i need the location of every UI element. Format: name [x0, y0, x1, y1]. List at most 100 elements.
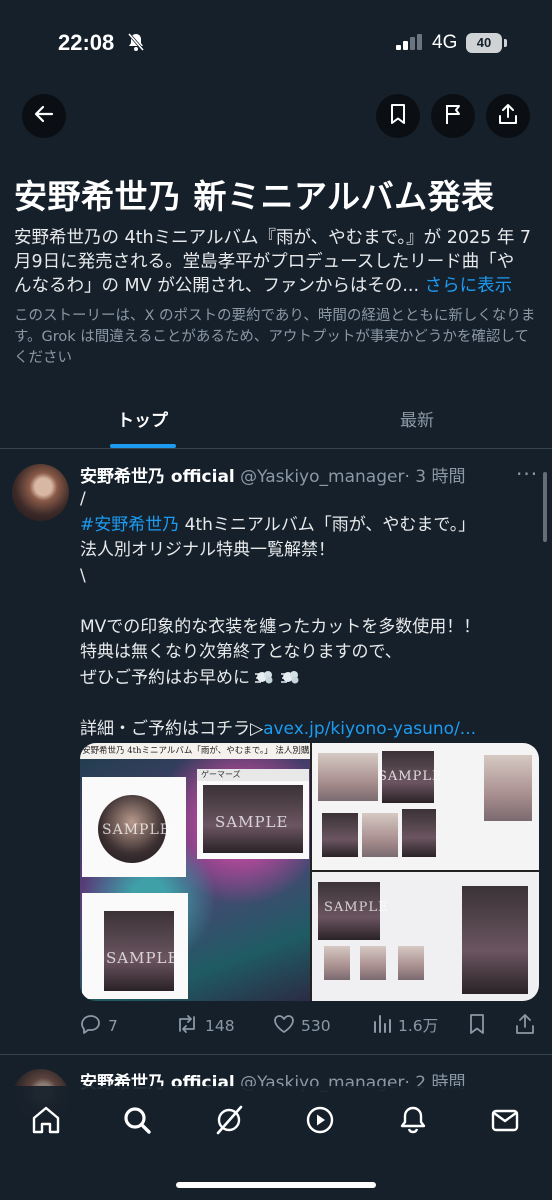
- post-line: 法人別オリジナル特典一覧解禁！: [80, 540, 335, 560]
- card-photo: [484, 755, 532, 821]
- post-line-text: 詳細・ご予約はコチラ▷: [80, 718, 264, 739]
- like-button[interactable]: 530: [273, 1013, 331, 1039]
- summary-line: 安野希世乃の 4thミニアルバム『雨が、やむまで。』が 2025 年 7: [14, 228, 532, 248]
- bookmark-button[interactable]: [376, 94, 420, 138]
- status-bar: 22:08 4G 40: [0, 0, 552, 92]
- home-icon: [30, 1104, 62, 1140]
- battery-level: 40: [466, 33, 502, 53]
- flag-icon: [443, 103, 463, 129]
- tab-bar: トップ 最新: [0, 392, 552, 449]
- reply-icon: [80, 1013, 102, 1039]
- post-line: MVでの印象的な衣装を纏ったカットを多数使用！！: [80, 616, 481, 637]
- status-time: 22:08: [58, 30, 115, 55]
- hashtag-link[interactable]: #安野希世乃: [80, 515, 179, 535]
- media-image-right-bottom[interactable]: SAMPLE: [312, 872, 539, 1001]
- card-photo: [324, 946, 350, 980]
- show-more-link[interactable]: さらに表示: [425, 276, 513, 296]
- repost-button[interactable]: 148: [175, 1013, 235, 1039]
- post-header: 安野希世乃 official @Yaskiyo_manager· 3 時間: [80, 462, 465, 487]
- post-share-button[interactable]: [514, 1013, 536, 1039]
- nav-search[interactable]: [119, 1104, 155, 1140]
- post-line: /: [80, 489, 86, 509]
- nav-video[interactable]: [302, 1104, 338, 1140]
- post-line-text: 4thミニアルバム「雨が、やむまで。」: [179, 514, 476, 535]
- post-author-handle[interactable]: @Yaskiyo_manager: [240, 467, 404, 487]
- share-icon: [497, 103, 519, 129]
- sample-watermark: SAMPLE: [324, 900, 389, 915]
- home-indicator: [176, 1182, 376, 1188]
- media-card: SAMPLE: [82, 893, 188, 999]
- signal-icon: [396, 34, 424, 54]
- bottom-navigation: [0, 1086, 552, 1200]
- bookmark-icon: [468, 1013, 486, 1039]
- story-page: 22:08 4G 40 安野希世乃 新ミニアルバム発表 安野希世乃の 4thミニ…: [0, 0, 552, 1200]
- tab-latest[interactable]: 最新: [400, 406, 434, 431]
- video-play-icon: [304, 1104, 336, 1140]
- view-count: 1.6万: [398, 1017, 439, 1035]
- card-photo: [398, 946, 424, 980]
- card-photo: [318, 753, 378, 801]
- nav-grok[interactable]: [211, 1104, 247, 1140]
- views-chart-icon: [372, 1013, 392, 1037]
- network-type: 4G: [432, 32, 458, 53]
- dash-emoji-icon: [254, 668, 276, 686]
- post-body: / #安野希世乃 4thミニアルバム「雨が、やむまで。」 法人別オリジナル特典一…: [80, 487, 530, 742]
- bookmark-icon: [388, 103, 408, 129]
- media-card: SAMPLE: [82, 777, 186, 877]
- card-photo: [322, 813, 358, 857]
- post-url-link[interactable]: avex.jp/kiyono-yasuno/...: [263, 719, 476, 739]
- grok-disclaimer: このストーリーは、X のポストの要約であり、時間の経過とともに新しくなります。G…: [14, 308, 536, 366]
- media-image-left[interactable]: 安野希世乃 4thミニアルバム「雨が、やむまで。」 法人別購入特典 SAMPLE…: [80, 743, 310, 1001]
- share-icon: [514, 1013, 536, 1039]
- search-icon: [121, 1104, 153, 1140]
- post-time: · 3 時間: [404, 467, 466, 487]
- nav-messages[interactable]: [487, 1104, 523, 1140]
- post-divider: [0, 1054, 552, 1055]
- report-button[interactable]: [431, 94, 475, 138]
- grok-icon: [213, 1104, 245, 1140]
- views-button[interactable]: 1.6万: [372, 1013, 438, 1037]
- reply-count: 7: [108, 1017, 118, 1035]
- post-author-name[interactable]: 安野希世乃 official: [80, 467, 235, 487]
- arrow-left-icon: [33, 103, 55, 129]
- post-line: ぜひご予約はお早めに: [80, 666, 530, 692]
- mute-bell-icon: [126, 32, 146, 56]
- nav-home[interactable]: [28, 1104, 64, 1140]
- repost-icon: [175, 1013, 199, 1039]
- story-summary: 安野希世乃の 4thミニアルバム『雨が、やむまで。』が 2025 年 7 月9日…: [14, 226, 540, 298]
- card-photo: [462, 886, 528, 994]
- heart-icon: [273, 1013, 295, 1039]
- nav-notifications[interactable]: [395, 1104, 431, 1140]
- summary-line: んなるわ」の MV が公開され、ファンからはその...: [14, 276, 420, 296]
- post-line: [80, 691, 530, 717]
- post-line: 特典は無くなり次第終了となりますので、: [80, 642, 402, 662]
- more-options-icon[interactable]: ···: [516, 462, 538, 486]
- post-line: [80, 589, 530, 615]
- dash-emoji-icon: [280, 668, 302, 686]
- sample-watermark: SAMPLE: [102, 822, 171, 838]
- active-tab-indicator: [110, 444, 176, 448]
- post-line: #安野希世乃 4thミニアルバム「雨が、やむまで。」: [80, 513, 530, 539]
- reply-button[interactable]: 7: [80, 1013, 118, 1039]
- story-title: 安野希世乃 新ミニアルバム発表: [14, 177, 495, 216]
- share-button[interactable]: [486, 94, 530, 138]
- card-label: ゲーマーズ: [197, 769, 309, 781]
- post-bookmark-button[interactable]: [468, 1013, 486, 1039]
- scrollbar[interactable]: [543, 472, 547, 542]
- post-line: \: [80, 565, 86, 586]
- avatar[interactable]: [12, 464, 69, 521]
- post-media-grid[interactable]: 安野希世乃 4thミニアルバム「雨が、やむまで。」 法人別購入特典 SAMPLE…: [80, 743, 539, 1001]
- card-photo: [402, 809, 436, 857]
- back-button[interactable]: [22, 94, 66, 138]
- media-card: ゲーマーズ SAMPLE: [197, 769, 309, 859]
- card-photo: [360, 946, 386, 980]
- tab-top[interactable]: トップ: [117, 406, 168, 431]
- repost-count: 148: [205, 1017, 235, 1035]
- media-image-right-top[interactable]: SAMPLE: [312, 743, 539, 870]
- bell-icon: [397, 1104, 429, 1140]
- envelope-icon: [489, 1104, 521, 1140]
- like-count: 530: [301, 1017, 331, 1035]
- card-photo: [362, 813, 398, 857]
- post-line: 詳細・ご予約はコチラ▷avex.jp/kiyono-yasuno/...: [80, 717, 530, 743]
- battery-tip: [504, 39, 507, 47]
